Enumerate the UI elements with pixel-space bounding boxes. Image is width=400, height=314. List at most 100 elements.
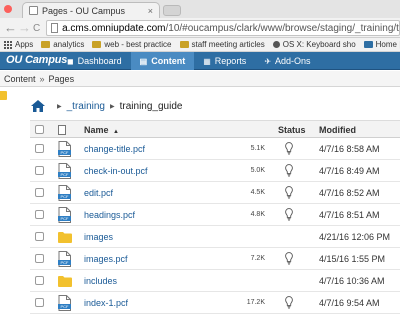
page-icon: [29, 6, 38, 15]
nav-dashboard[interactable]: ◼ Dashboard: [58, 52, 131, 70]
row-modified: 4/7/16 8:58 AM: [319, 144, 380, 154]
lightbulb-icon[interactable]: [285, 208, 293, 223]
bookmark-apps[interactable]: Apps: [4, 40, 33, 49]
breadcrumb-current: training_guide: [119, 100, 183, 112]
row-name-link[interactable]: includes: [84, 276, 117, 286]
reload-button[interactable]: C: [33, 21, 40, 37]
row-checkbox[interactable]: [35, 232, 44, 241]
lightbulb-icon[interactable]: [285, 296, 293, 311]
row-name-link[interactable]: headings.pcf: [84, 210, 135, 220]
name-column-header[interactable]: Name ▲: [84, 125, 119, 135]
close-window-icon[interactable]: [4, 5, 12, 13]
new-tab-button[interactable]: [163, 5, 181, 16]
modified-column-header[interactable]: Modified: [319, 125, 356, 135]
bookmark-staff-meeting-articles[interactable]: staff meeting articles: [179, 40, 265, 49]
sidebar-folder-icon[interactable]: [0, 91, 7, 100]
row-checkbox[interactable]: [35, 188, 44, 197]
svg-text:PCF: PCF: [61, 260, 70, 265]
nav-content[interactable]: ▤ Content: [130, 52, 195, 70]
address-bar[interactable]: a.cms.omniupdate.com/10/#oucampus/clark/…: [46, 20, 400, 36]
app-header: OU Campus ◼ Dashboard ▤ Content ▦ Report…: [0, 52, 400, 70]
back-button[interactable]: ←: [4, 20, 17, 36]
bookmark-label: Home | OU Campus: [375, 40, 400, 49]
bookmark-analytics[interactable]: analytics: [41, 40, 84, 49]
lightbulb-icon[interactable]: [285, 186, 293, 201]
apps-grid-icon: [4, 40, 12, 49]
subnav-content-link[interactable]: Content: [4, 74, 36, 84]
folder-icon: [41, 41, 51, 48]
row-size: 4.5K: [250, 189, 265, 196]
svg-text:PCF: PCF: [61, 172, 70, 177]
table-row[interactable]: PCF change-title.pcf 5.1K 4/7/16 8:58 AM: [30, 138, 400, 160]
row-name-link[interactable]: change-title.pcf: [84, 144, 145, 154]
row-checkbox[interactable]: [35, 298, 44, 307]
pcf-file-icon: PCF: [58, 251, 71, 269]
nav-reports[interactable]: ▦ Reports: [194, 52, 255, 70]
row-modified: 4/7/16 8:51 AM: [319, 210, 380, 220]
table-row[interactable]: includes 4/7/16 10:36 AM: [30, 270, 400, 292]
table-body: PCF change-title.pcf 5.1K 4/7/16 8:58 AM PCF…: [30, 138, 400, 314]
home-icon[interactable]: [30, 99, 46, 113]
row-modified: 4/21/16 12:06 PM: [319, 232, 391, 242]
nav-addons[interactable]: ✈ Add-Ons: [255, 52, 319, 70]
nav-label: Add-Ons: [275, 56, 311, 66]
tab-title: Pages - OU Campus: [42, 5, 126, 16]
row-checkbox[interactable]: [35, 144, 44, 153]
browser-tab[interactable]: Pages - OU Campus ×: [22, 2, 160, 18]
row-name-link[interactable]: images: [84, 232, 113, 242]
row-checkbox[interactable]: [35, 276, 44, 285]
bookmarks-bar: Apps analytics web - best practice staff…: [0, 38, 400, 52]
table-row[interactable]: PCF index-1.pcf 17.2K 4/7/16 9:54 AM: [30, 292, 400, 314]
table-row[interactable]: images 4/21/16 12:06 PM: [30, 226, 400, 248]
subnav-pages-link[interactable]: Pages: [49, 74, 75, 84]
nav-label: Dashboard: [77, 56, 122, 66]
sort-ascending-icon: ▲: [113, 129, 119, 135]
table-row[interactable]: PCF edit.pcf 4.5K 4/7/16 8:52 AM: [30, 182, 400, 204]
breadcrumb-training-link[interactable]: _training: [67, 101, 105, 112]
browser-toolbar: ← → C a.cms.omniupdate.com/10/#oucampus/…: [0, 18, 400, 38]
reports-icon: ▦: [203, 56, 211, 66]
breadcrumb-arrow-icon: ▶: [57, 103, 62, 110]
nav-label: Content: [151, 56, 186, 66]
folder-icon: [92, 41, 102, 48]
forward-button[interactable]: →: [18, 20, 31, 36]
header-label: Name: [84, 125, 109, 135]
table-row[interactable]: PCF headings.pcf 4.8K 4/7/16 8:51 AM: [30, 204, 400, 226]
table-row[interactable]: PCF check-in-out.pcf 5.0K 4/7/16 8:49 AM: [30, 160, 400, 182]
row-modified: 4/7/16 10:36 AM: [319, 276, 385, 286]
bookmark-os-x-keyboard[interactable]: OS X: Keyboard sho: [272, 40, 356, 49]
row-name-link[interactable]: edit.pcf: [84, 188, 113, 198]
subnav-separator: »: [39, 73, 45, 84]
content-icon: ▤: [139, 56, 148, 66]
pcf-file-icon: PCF: [58, 295, 71, 313]
bookmark-label: analytics: [53, 40, 85, 49]
folder-icon: [58, 229, 72, 245]
page-icon: [51, 23, 59, 33]
select-all-checkbox[interactable]: [35, 125, 44, 134]
lightbulb-icon[interactable]: [285, 142, 293, 157]
svg-text:PCF: PCF: [61, 194, 70, 199]
pcf-file-icon: PCF: [58, 185, 71, 203]
row-checkbox[interactable]: [35, 254, 44, 263]
row-size: 17.2K: [246, 299, 265, 306]
bookmark-label: web - best practice: [104, 40, 172, 49]
row-checkbox[interactable]: [35, 210, 44, 219]
bookmark-label: Apps: [15, 40, 34, 49]
folder-icon: [58, 273, 72, 289]
pcf-file-icon: PCF: [58, 207, 71, 225]
row-name-link[interactable]: images.pcf: [84, 254, 128, 264]
table-row[interactable]: PCF images.pcf 7.2K 4/15/16 1:55 PM: [30, 248, 400, 270]
row-name-link[interactable]: check-in-out.pcf: [84, 166, 148, 176]
bookmark-label: OS X: Keyboard sho: [282, 40, 356, 49]
close-tab-icon[interactable]: ×: [148, 6, 153, 16]
status-column-header[interactable]: Status: [278, 125, 306, 135]
url-path: /10/#oucampus/clark/www/browse/staging/_…: [165, 22, 399, 34]
bookmark-home-ou-campus[interactable]: Home | OU Campus: [363, 40, 400, 49]
row-checkbox[interactable]: [35, 166, 44, 175]
bookmark-web-best-practice[interactable]: web - best practice: [92, 40, 172, 49]
row-name-link[interactable]: index-1.pcf: [84, 298, 128, 308]
dashboard-icon: ◼: [67, 56, 74, 66]
svg-text:PCF: PCF: [61, 216, 70, 221]
lightbulb-icon[interactable]: [285, 164, 293, 179]
lightbulb-icon[interactable]: [285, 252, 293, 267]
